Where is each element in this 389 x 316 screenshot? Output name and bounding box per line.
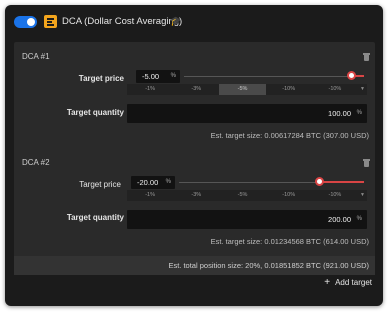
- dca-2-presets-chevron-down-icon[interactable]: ▼: [358, 190, 367, 201]
- dca-2-target-price-unit: %: [165, 179, 171, 185]
- dca-2-target-price-input[interactable]: -20.00 %: [131, 176, 175, 189]
- dca-2-preset-2[interactable]: -3%: [173, 190, 219, 201]
- dca-1-title: DCA #1: [22, 52, 50, 61]
- est-total-position-size: Est. total position size: 20%, 0.0185185…: [168, 261, 369, 270]
- dca-app-icon: [44, 15, 57, 28]
- dca-2-target-quantity-unit: %: [356, 216, 362, 222]
- dca-1-delete-trash-icon[interactable]: [363, 53, 370, 61]
- toggle-knob: [27, 18, 35, 26]
- dca-2-preset-3[interactable]: -5%: [219, 190, 265, 201]
- dca-2-slider-fill: [319, 181, 364, 183]
- dca-2-est-target-size: Est. target size: 0.01234568 BTC (614.00…: [210, 237, 369, 246]
- graduation-cap-icon[interactable]: 🎓: [170, 16, 181, 27]
- dca-2-target-price-label: Target price: [79, 180, 121, 189]
- dca-2-presets: -1% -3% -5% -10% -10% ▼: [127, 190, 367, 201]
- dca-title: DCA (Dollar Cost Averaging): [62, 16, 183, 27]
- dca-1-preset-5[interactable]: -10%: [312, 84, 358, 95]
- dca-2-preset-4[interactable]: -10%: [266, 190, 312, 201]
- dca-1-slider-track[interactable]: [184, 76, 364, 77]
- dca-2-preset-1[interactable]: -1%: [127, 190, 173, 201]
- dca-header: DCA (Dollar Cost Averaging) 🎓: [5, 5, 383, 39]
- dca-1-preset-1[interactable]: -1%: [127, 84, 173, 95]
- dca-1-est-target-size: Est. target size: 0.00617284 BTC (307.00…: [210, 131, 369, 140]
- dca-2-target-price-value: -20.00: [137, 178, 159, 187]
- dca-toggle-switch[interactable]: [14, 16, 37, 28]
- dca-1-target-quantity-unit: %: [356, 110, 362, 116]
- dca-1-slider-thumb[interactable]: [346, 71, 356, 80]
- dca-1-target-price-label: Target price: [78, 74, 124, 83]
- dca-2-title: DCA #2: [22, 158, 50, 167]
- dca-1-target-price-unit: %: [170, 73, 176, 79]
- dca-1-target-quantity-value: 100.00: [328, 109, 351, 118]
- dca-1-presets: -1% -3% -5% -10% -10% ▼: [127, 84, 367, 95]
- dca-targets-container: DCA #1 Target price -5.00 % -1% -3% -5% …: [14, 42, 375, 275]
- add-target-button[interactable]: + Add target: [324, 277, 372, 288]
- dca-panel: DCA (Dollar Cost Averaging) 🎓 DCA #1 Tar…: [5, 5, 383, 306]
- dca-2-target-quantity-input[interactable]: 200.00 %: [127, 210, 367, 229]
- dca-1-target-price-value: -5.00: [142, 72, 160, 81]
- dca-1-preset-4[interactable]: -10%: [266, 84, 312, 95]
- dca-2-delete-trash-icon[interactable]: [363, 159, 370, 167]
- plus-icon: +: [324, 277, 331, 288]
- add-target-label: Add target: [335, 278, 372, 287]
- dca-1-presets-chevron-down-icon[interactable]: ▼: [358, 84, 367, 95]
- total-position-bar: Est. total position size: 20%, 0.0185185…: [14, 256, 375, 275]
- dca-1-target-quantity-label: Target quantity: [66, 108, 124, 117]
- dca-2-target-quantity-label: Target quantity: [66, 213, 124, 222]
- dca-2-slider-thumb[interactable]: [315, 177, 325, 186]
- dca-2-target-quantity-value: 200.00: [328, 215, 351, 224]
- dca-1-target-quantity-input[interactable]: 100.00 %: [127, 104, 367, 123]
- dca-1-preset-2[interactable]: -3%: [173, 84, 219, 95]
- dca-1-target-price-input[interactable]: -5.00 %: [136, 70, 180, 83]
- dca-2-preset-5[interactable]: -10%: [312, 190, 358, 201]
- dca-1-preset-3[interactable]: -5%: [219, 84, 266, 95]
